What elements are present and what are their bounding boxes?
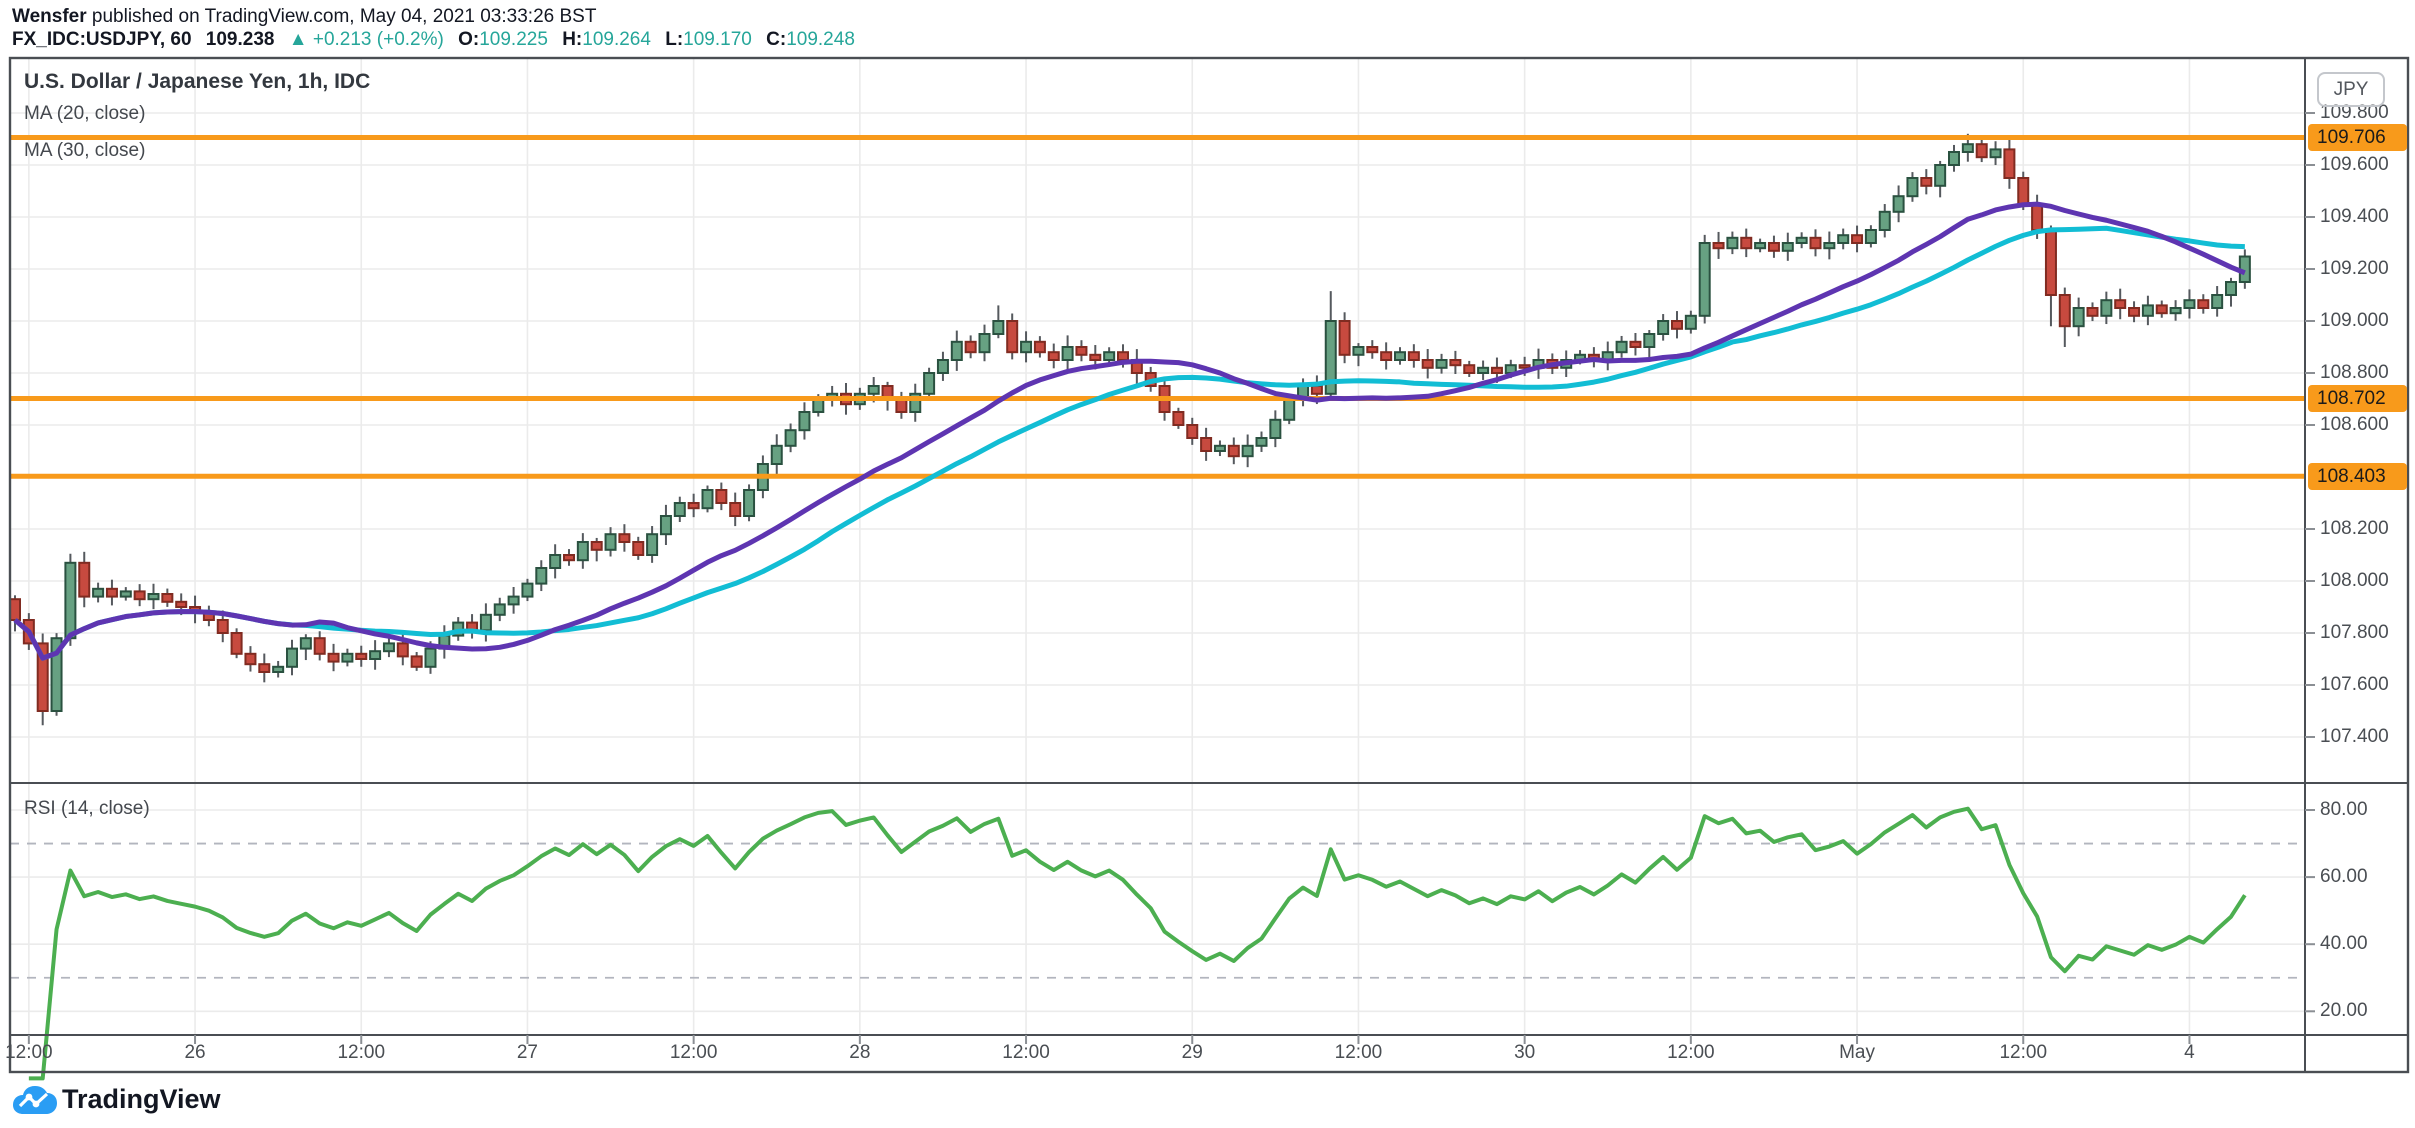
time-tick-label: 12:00 [321,1042,401,1064]
chart-title: U.S. Dollar / Japanese Yen, 1h, IDC [24,70,370,94]
time-tick-label: 12:00 [986,1042,1066,1064]
ma30-legend[interactable]: MA (30, close) [24,140,145,162]
price-line-badge: 109.706 [2308,124,2407,151]
price-line-badge: 108.403 [2308,463,2407,490]
time-tick-label: 12:00 [1651,1042,1731,1064]
time-tick-label: 12:00 [1983,1042,2063,1064]
time-tick-label: 12:00 [1318,1042,1398,1064]
price-tick-label: 109.400 [2320,206,2410,228]
price-tick-label: 108.600 [2320,414,2410,436]
time-tick-label: 12:00 [0,1042,69,1064]
published-chart-page: Wensfer published on TradingView.com, Ma… [0,0,2415,1128]
price-tick-label: 108.800 [2320,362,2410,384]
rsi-tick-label: 80.00 [2320,799,2410,821]
time-tick-label: 29 [1152,1042,1232,1064]
rsi-tick-label: 60.00 [2320,866,2410,888]
price-tick-label: 108.000 [2320,570,2410,592]
time-tick-label: 30 [1485,1042,1565,1064]
tradingview-brand-text[interactable]: TradingView [62,1084,221,1115]
time-tick-label: 26 [155,1042,235,1064]
price-line-badge: 108.702 [2308,385,2407,412]
time-tick-label: May [1817,1042,1897,1064]
price-tick-label: 107.600 [2320,674,2410,696]
price-tick-label: 109.000 [2320,310,2410,332]
tradingview-logo-icon[interactable] [12,1080,58,1120]
price-tick-label: 107.800 [2320,622,2410,644]
time-tick-label: 4 [2149,1042,2229,1064]
price-tick-label: 108.200 [2320,518,2410,540]
time-tick-label: 12:00 [654,1042,734,1064]
time-tick-label: 28 [820,1042,900,1064]
rsi-tick-label: 20.00 [2320,1000,2410,1022]
price-tick-label: 109.200 [2320,258,2410,280]
price-tick-label: 107.400 [2320,726,2410,748]
chart-canvas[interactable] [0,0,2415,1128]
price-tick-label: 109.600 [2320,154,2410,176]
time-tick-label: 27 [487,1042,567,1064]
ma20-legend[interactable]: MA (20, close) [24,103,145,125]
currency-badge: JPY [2317,72,2385,107]
rsi-tick-label: 40.00 [2320,933,2410,955]
rsi-legend[interactable]: RSI (14, close) [24,798,150,820]
